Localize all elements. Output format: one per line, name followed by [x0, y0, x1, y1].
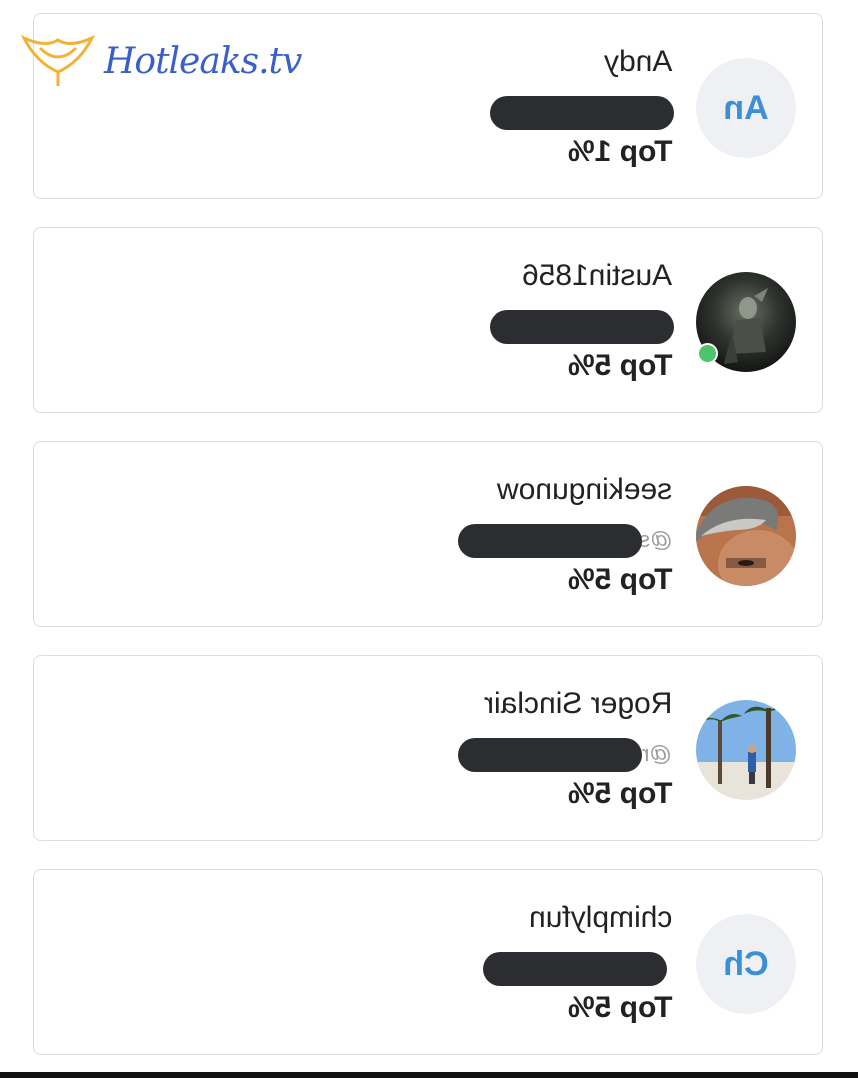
- watermark-text: Hotleaks.tv: [104, 41, 302, 82]
- redacted-handle: [483, 952, 667, 986]
- avatar[interactable]: [696, 700, 796, 800]
- redacted-handle: [458, 524, 642, 558]
- redacted-handle: [490, 310, 674, 344]
- online-status-icon: [697, 343, 718, 364]
- handle-prefix: @r: [642, 741, 672, 766]
- fan-rank: Top 5%: [567, 563, 672, 596]
- bikini-logo-icon: [20, 34, 96, 86]
- bottom-edge-bar: [0, 1072, 858, 1078]
- fan-rank: Top 5%: [567, 777, 672, 810]
- fan-list: Andy Top 1% An Austin1856 Top 5% seeking…: [0, 0, 858, 1078]
- fan-card[interactable]: chimplyfun Top 5% Ch: [33, 869, 823, 1055]
- avatar-photo-man-gray-hair-icon: [696, 486, 796, 586]
- fan-card[interactable]: Roger Sinclair @r Top 5%: [33, 655, 823, 841]
- fan-name: chimplyfun: [528, 901, 672, 934]
- fan-card[interactable]: seekingunow @s Top 5%: [33, 441, 823, 627]
- avatar-initials: Ch: [723, 945, 769, 983]
- fan-name: seekingunow: [496, 473, 672, 506]
- avatar[interactable]: An: [696, 58, 796, 158]
- avatar-photo-beach-palms-icon: [696, 700, 796, 800]
- handle-prefix: @s: [638, 527, 672, 552]
- fan-name: Andy: [603, 45, 672, 78]
- fan-name: Roger Sinclair: [483, 687, 672, 720]
- avatar[interactable]: Ch: [696, 914, 796, 1014]
- fan-rank: Top 5%: [567, 991, 672, 1024]
- watermark-logo: Hotleaks.tv: [18, 18, 302, 90]
- redacted-handle: [490, 96, 674, 130]
- fan-rank: Top 1%: [567, 135, 672, 168]
- fan-name: Austin1856: [521, 259, 672, 292]
- fan-card[interactable]: Austin1856 Top 5%: [33, 227, 823, 413]
- fan-rank: Top 5%: [567, 349, 672, 382]
- avatar-initials: An: [723, 89, 769, 127]
- avatar[interactable]: [696, 486, 796, 586]
- redacted-handle: [458, 738, 642, 772]
